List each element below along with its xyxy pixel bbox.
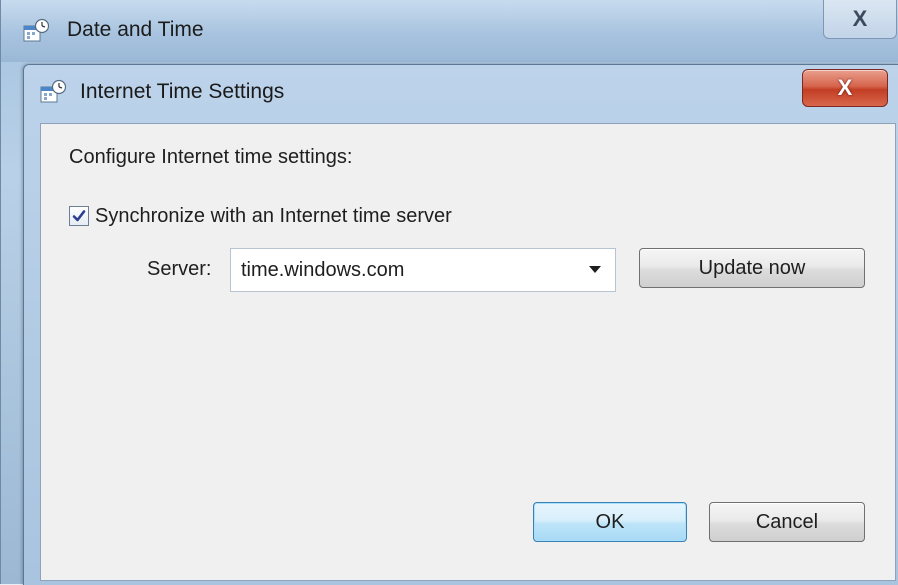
dialog-title: Internet Time Settings [80,80,285,103]
dialog-client-area: Configure Internet time settings: Synchr… [40,123,896,581]
outer-window-title: Date and Time [67,18,204,41]
ok-button[interactable]: OK [533,502,687,542]
server-label: Server: [147,258,212,280]
server-value[interactable]: time.windows.com [241,259,404,282]
date-time-icon [40,79,67,105]
sync-checkbox-label[interactable]: Synchronize with an Internet time server [95,205,452,228]
date-and-time-window: Date and Time X Internet Time Settings X… [0,0,898,585]
close-icon: X [852,6,868,31]
checkmark-icon [72,210,86,222]
dialog-close-button[interactable]: X [802,69,888,107]
server-combobox[interactable]: time.windows.com [230,248,616,292]
sync-option[interactable]: Synchronize with an Internet time server [69,202,452,230]
close-icon: X [837,75,853,100]
internet-time-settings-dialog: Internet Time Settings X Configure Inter… [23,64,898,585]
outer-close-button[interactable]: X [823,0,897,39]
update-now-button[interactable]: Update now [639,248,865,288]
settings-heading: Configure Internet time settings: [69,146,353,168]
date-time-icon [23,18,50,44]
cancel-button[interactable]: Cancel [709,502,865,542]
outer-title-bar[interactable]: Date and Time X [1,0,898,62]
dropdown-arrow-icon[interactable] [587,263,603,277]
sync-checkbox[interactable] [69,206,89,226]
